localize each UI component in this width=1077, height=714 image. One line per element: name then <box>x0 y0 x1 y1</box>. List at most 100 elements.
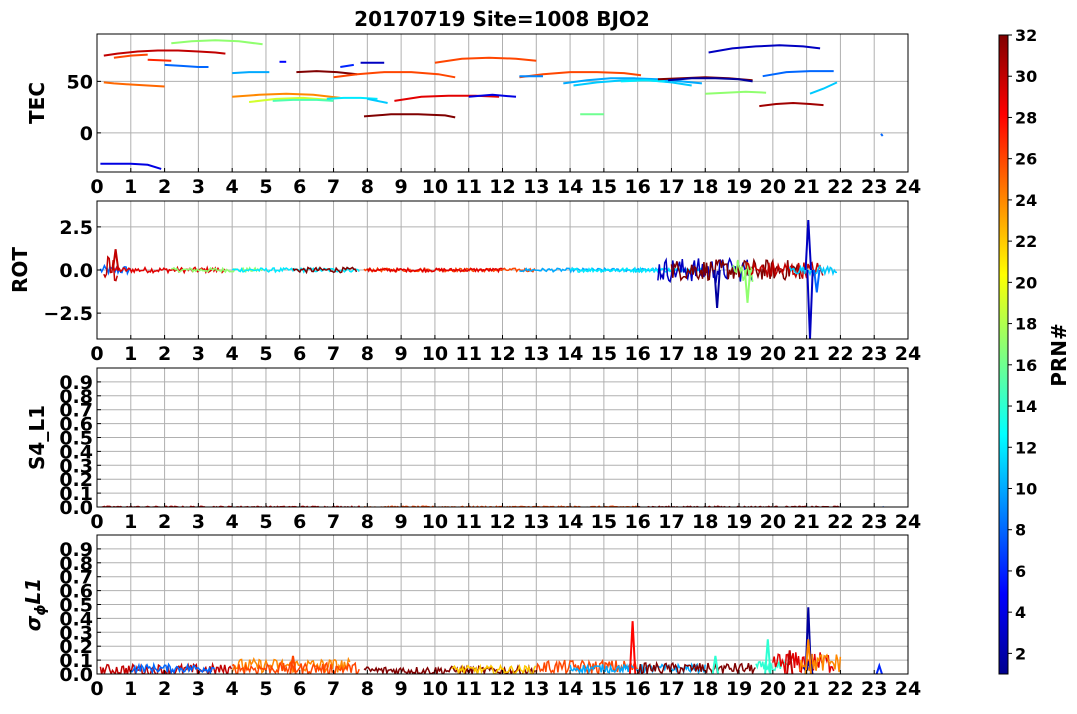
x-tick-label: 16 <box>624 176 650 198</box>
x-tick-label: 24 <box>895 511 921 533</box>
x-tick-label: 3 <box>192 678 205 700</box>
x-tick-label: 18 <box>692 176 718 198</box>
series-line <box>705 90 767 95</box>
x-tick-label: 16 <box>624 343 650 365</box>
x-tick-label: 15 <box>591 678 617 700</box>
x-tick-label: 2 <box>158 511 171 533</box>
x-tick-label: 1 <box>124 678 137 700</box>
series-line <box>340 63 354 68</box>
x-tick-label: 3 <box>192 343 205 365</box>
x-tick-label: 22 <box>827 511 853 533</box>
colorbar-gradient <box>998 34 1009 675</box>
x-tick-label: 24 <box>895 678 921 700</box>
x-tick-label: 23 <box>861 678 887 700</box>
x-tick-label: 22 <box>827 343 853 365</box>
series-line <box>296 70 358 76</box>
x-tick-label: 17 <box>658 511 684 533</box>
colorbar-label: PRN# <box>1047 323 1071 387</box>
colorbar-tick-label: 4 <box>1015 603 1026 622</box>
colorbar-tick-label: 22 <box>1015 232 1037 251</box>
x-tick-label: 6 <box>293 343 306 365</box>
x-tick-label: 7 <box>327 176 340 198</box>
panel-3: 0 1 2 3 4 5 6 7 8 9 10 11 12 13 14 15 16 17 18 19 20 21 22 23 24… <box>25 367 921 533</box>
series-spike <box>875 662 883 674</box>
x-tick-label: 9 <box>395 511 408 533</box>
colorbar: PRN# 2468101214161820222426283032 <box>998 26 1071 675</box>
x-tick-label: 12 <box>489 511 515 533</box>
x-tick-label: 7 <box>327 511 340 533</box>
colorbar-tick-label: 2 <box>1015 644 1026 663</box>
x-tick-label: 14 <box>557 343 583 365</box>
y-tick-label: 0.0 <box>59 260 93 282</box>
x-tick-label: 19 <box>726 176 752 198</box>
plot-area-1 <box>100 39 884 170</box>
series-line <box>232 92 341 99</box>
x-tick-label: 15 <box>591 511 617 533</box>
x-tick-label: 4 <box>226 176 239 198</box>
colorbar-tick-label: 32 <box>1015 26 1037 45</box>
series-line <box>272 98 334 102</box>
x-tick-label: 20 <box>760 511 786 533</box>
x-tick-label: 0 <box>90 176 103 198</box>
x-tick-label: 8 <box>361 343 374 365</box>
x-tick-label: 2 <box>158 176 171 198</box>
x-tick-label: 13 <box>523 511 549 533</box>
x-tick-label: 13 <box>523 176 549 198</box>
colorbar-tick-label: 30 <box>1015 67 1037 86</box>
x-tick-label: 23 <box>861 511 887 533</box>
colorbar-tick-label: 6 <box>1015 562 1026 581</box>
series-line <box>762 70 834 78</box>
y-tick-label: 2.5 <box>59 217 93 239</box>
x-tick-label: 11 <box>455 343 481 365</box>
colorbar-tick-label: 16 <box>1015 356 1037 375</box>
colorbar-tick-label: 18 <box>1015 315 1037 334</box>
x-tick-label: 22 <box>827 176 853 198</box>
x-tick-label: 15 <box>591 343 617 365</box>
y-tick-label: 50 <box>67 71 93 93</box>
figure-svg: 20170719 Site=1008 BJO2 0 1 2 3 4 5 6 7 8 9 10 11 12… <box>8 7 1071 700</box>
panel-1: 0 1 2 3 4 5 6 7 8 9 10 11 12 13 14 15 16 17 18 19 20 21 22 23 24… <box>25 33 921 198</box>
y-axis-label: TEC <box>25 82 49 124</box>
series-spike <box>806 269 814 339</box>
colorbar-tick-label: 20 <box>1015 273 1037 292</box>
x-tick-label: 12 <box>489 176 515 198</box>
x-tick-label: 18 <box>692 678 718 700</box>
x-tick-label: 21 <box>793 678 819 700</box>
series-line <box>164 63 209 68</box>
x-tick-label: 7 <box>327 678 340 700</box>
x-tick-label: 7 <box>327 343 340 365</box>
x-tick-label: 13 <box>523 678 549 700</box>
x-tick-label: 20 <box>760 343 786 365</box>
figure: 20170719 Site=1008 BJO2 0 1 2 3 4 5 6 7 8 9 10 11 12… <box>0 0 1077 709</box>
series-line <box>708 44 821 54</box>
colorbar-tick-label: 24 <box>1015 191 1037 210</box>
panels: 0 1 2 3 4 5 6 7 8 9 10 11 12 13 14 15 16 17 18 19 20 21 22 23 24… <box>8 33 921 700</box>
y-tick-label: 0.9 <box>59 372 93 394</box>
x-tick-label: 14 <box>557 678 583 700</box>
x-tick-label: 5 <box>259 678 272 700</box>
x-tick-label: 20 <box>760 678 786 700</box>
x-tick-label: 12 <box>489 678 515 700</box>
x-tick-label: 21 <box>793 176 819 198</box>
series-line <box>103 81 165 88</box>
x-tick-label: 11 <box>455 511 481 533</box>
x-tick-label: 17 <box>658 176 684 198</box>
x-tick-label: 24 <box>895 176 921 198</box>
colorbar-tick-label: 28 <box>1015 108 1037 127</box>
y-axis-label: ROT <box>8 247 32 293</box>
x-tick-label: 23 <box>861 343 887 365</box>
x-tick-label: 19 <box>726 511 752 533</box>
y-tick-label: 0 <box>80 123 93 145</box>
x-tick-label: 6 <box>293 678 306 700</box>
x-tick-label: 9 <box>395 343 408 365</box>
x-tick-label: 21 <box>793 511 819 533</box>
x-tick-label: 10 <box>422 511 448 533</box>
x-tick-label: 9 <box>395 678 408 700</box>
x-tick-label: 14 <box>557 511 583 533</box>
x-tick-label: 10 <box>422 678 448 700</box>
series-line <box>171 39 263 46</box>
x-tick-label: 1 <box>124 176 137 198</box>
x-tick-label: 11 <box>455 678 481 700</box>
figure-title: 20170719 Site=1008 BJO2 <box>354 7 650 31</box>
colorbar-tick-label: 26 <box>1015 150 1037 169</box>
